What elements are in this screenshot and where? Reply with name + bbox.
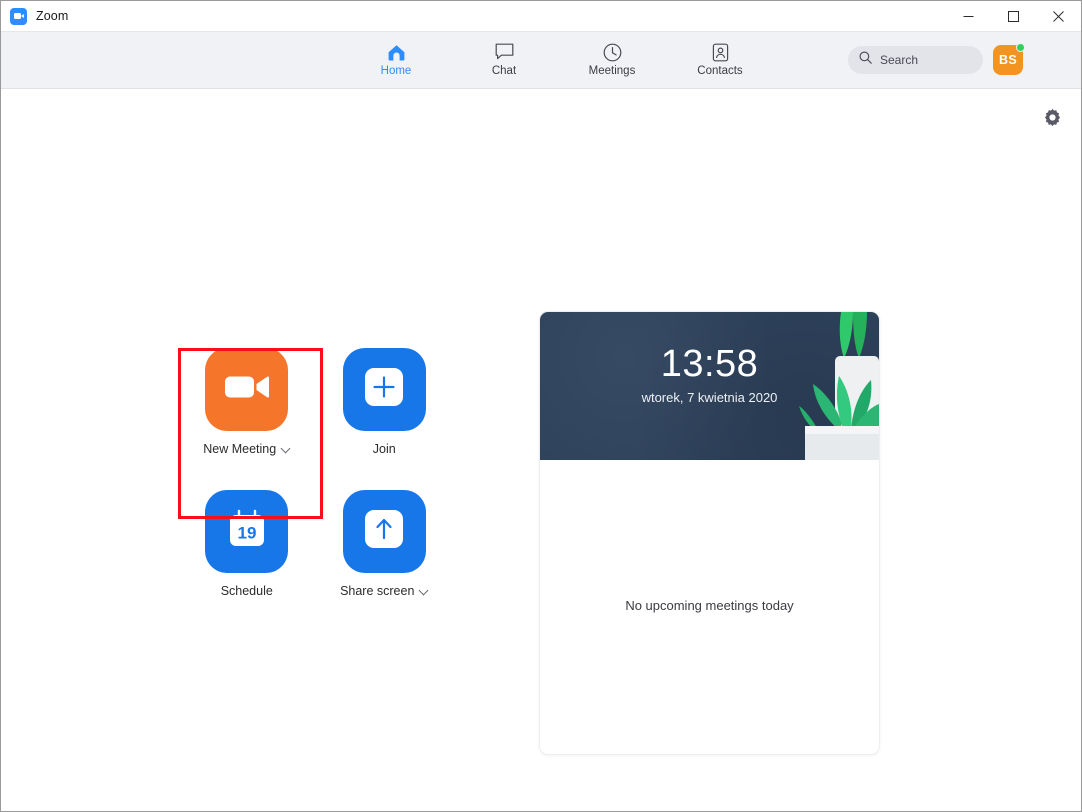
clock-time: 13:58 bbox=[660, 343, 759, 385]
status-badge bbox=[1016, 43, 1025, 52]
tab-contacts[interactable]: Contacts bbox=[689, 42, 751, 78]
contacts-icon bbox=[712, 42, 729, 62]
quick-actions-grid: New Meeting Join 19 Schedule Share scree… bbox=[178, 348, 453, 598]
calendar-icon: 19 bbox=[227, 509, 267, 554]
tab-home-label: Home bbox=[380, 65, 412, 77]
zoom-camera-icon bbox=[10, 7, 27, 25]
schedule-button[interactable]: 19 bbox=[205, 490, 289, 573]
search-placeholder-text: Search bbox=[880, 53, 919, 67]
plus-icon bbox=[365, 368, 404, 411]
window-controls bbox=[946, 1, 1081, 32]
tab-home[interactable]: Home bbox=[365, 42, 427, 78]
share-screen-label-row: Share screen bbox=[340, 584, 428, 598]
share-screen-label: Share screen bbox=[340, 584, 415, 598]
no-meetings-text: No upcoming meetings today bbox=[625, 597, 794, 613]
home-icon bbox=[387, 42, 406, 62]
video-camera-icon bbox=[224, 373, 269, 406]
gear-icon[interactable] bbox=[1040, 105, 1064, 129]
svg-text:19: 19 bbox=[237, 524, 256, 543]
clock-banner: 13:58 wtorek, 7 kwietnia 2020 bbox=[540, 312, 879, 460]
upcoming-meetings-card: 13:58 wtorek, 7 kwietnia 2020 No upcomin… bbox=[539, 311, 880, 755]
zoom-app-window: Zoom Home Chat Meetings Contacts Search … bbox=[0, 0, 1082, 812]
tab-chat[interactable]: Chat bbox=[473, 42, 535, 78]
new-meeting-button[interactable] bbox=[205, 348, 289, 431]
new-meeting-label: New Meeting bbox=[203, 442, 277, 456]
profile-avatar-wrapper: BS bbox=[993, 43, 1025, 75]
quick-actions-row-1: New Meeting Join bbox=[178, 348, 453, 456]
main-navigation-bar: Home Chat Meetings Contacts Search BS bbox=[1, 32, 1081, 89]
action-share-screen: Share screen bbox=[316, 456, 454, 598]
new-meeting-label-row: New Meeting bbox=[203, 442, 290, 456]
window-title: Zoom bbox=[36, 9, 69, 23]
search-input[interactable]: Search bbox=[848, 46, 983, 74]
close-button[interactable] bbox=[1036, 1, 1081, 32]
join-label: Join bbox=[372, 442, 396, 456]
action-join: Join bbox=[316, 348, 454, 456]
nav-tab-list: Home Chat Meetings Contacts bbox=[331, 42, 751, 78]
clock-date: wtorek, 7 kwietnia 2020 bbox=[641, 390, 778, 405]
schedule-label-row: Schedule bbox=[221, 584, 273, 598]
tab-chat-label: Chat bbox=[491, 65, 517, 77]
minimize-button[interactable] bbox=[946, 1, 991, 32]
tab-contacts-label: Contacts bbox=[697, 65, 743, 77]
schedule-label: Schedule bbox=[220, 584, 273, 598]
quick-actions-row-2: 19 Schedule Share screen bbox=[178, 456, 453, 598]
action-schedule: 19 Schedule bbox=[178, 456, 316, 598]
action-new-meeting: New Meeting bbox=[178, 348, 316, 456]
meetings-empty-state: No upcoming meetings today bbox=[540, 460, 879, 754]
search-icon bbox=[859, 51, 872, 69]
chevron-down-icon[interactable] bbox=[420, 586, 428, 594]
title-bar: Zoom bbox=[1, 1, 1081, 32]
upload-arrow-icon bbox=[365, 510, 404, 553]
chevron-down-icon[interactable] bbox=[282, 444, 290, 452]
tab-meetings[interactable]: Meetings bbox=[581, 42, 643, 78]
maximize-button[interactable] bbox=[991, 1, 1036, 32]
join-label-row: Join bbox=[373, 442, 396, 456]
chat-icon bbox=[495, 42, 514, 62]
home-content-area: New Meeting Join 19 Schedule Share scree… bbox=[1, 89, 1081, 811]
clock-icon bbox=[603, 42, 622, 62]
tab-meetings-label: Meetings bbox=[588, 65, 636, 77]
share-screen-button[interactable] bbox=[342, 490, 426, 573]
search-and-profile: Search BS bbox=[848, 43, 1025, 75]
join-button[interactable] bbox=[342, 348, 426, 431]
clock-block: 13:58 wtorek, 7 kwietnia 2020 bbox=[540, 342, 879, 405]
